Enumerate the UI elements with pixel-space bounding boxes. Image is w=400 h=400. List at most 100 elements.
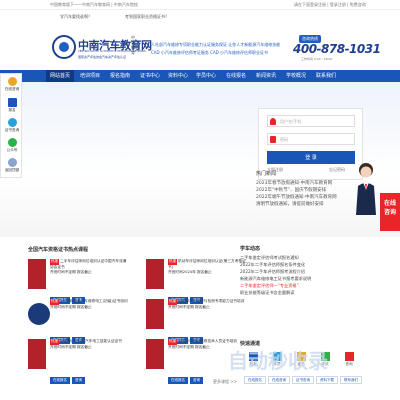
course-desc: 开班时间不定期 报名截止 — [168, 304, 210, 309]
banner-news-item[interactable]: 2022年“中秋节”、国庆节假期安排 — [256, 187, 366, 194]
quick-button[interactable]: 证书查询 — [292, 376, 314, 384]
chat-icon — [344, 352, 354, 361]
course-card-text: 热报 新能源(汽车类)汽车电工技能认证证书 开班时间不定期 报名截止 — [50, 339, 128, 350]
nav-news[interactable]: 新闻资讯 — [256, 72, 276, 79]
quick-button[interactable]: 联系我们 — [340, 376, 362, 384]
course-apply-button[interactable]: 在线报名 — [50, 377, 70, 384]
left-float-top[interactable]: 返回顶部 — [2, 158, 22, 173]
nav-home[interactable]: 网站首页 — [46, 70, 75, 82]
left-float-apply[interactable]: 报名 — [2, 98, 22, 113]
quick-item-label: 咨询 — [345, 362, 353, 366]
study-news: 学车动态 二手车鉴定评估师考试报名通知 2022年二手车评估师报名条件变化 20… — [240, 246, 355, 296]
sub-link-2[interactable]: 考到国家职业资格证书？ — [125, 14, 169, 20]
left-float-cert[interactable]: 证书查询 — [2, 118, 22, 133]
course-buttons: 在线报名 咨询 — [50, 366, 87, 385]
watermark-logo: 自动秒收录 — [228, 349, 328, 373]
sub-link-1[interactable]: 学汽车要找谁啊？ — [60, 14, 92, 20]
username-input[interactable]: 用户名/手机 — [267, 115, 355, 127]
certificate-book-icon — [146, 299, 164, 329]
online-chat-button[interactable]: 在线 咨询 — [380, 193, 400, 231]
course-apply-button[interactable]: 在线报名 — [168, 377, 188, 384]
certificate-book-icon — [28, 259, 46, 289]
nav-contact[interactable]: 联系我们 — [316, 72, 336, 79]
top-bar-left-text[interactable]: 中国教育版下——中南汽车教育网 | 中南汽车院校 — [50, 2, 138, 8]
more-courses-link[interactable]: 更多课程 >> — [213, 379, 237, 385]
left-float-consult[interactable]: 在线咨询 — [2, 77, 22, 92]
course-title: 机动车评估师岗位培训认证(第三方考核证书) — [168, 259, 246, 269]
course-title: 二手车评估师岗位培训认证中国汽车流通协会证书 — [50, 259, 127, 269]
course-title: 2024新能源汽车维修电工(初级)证书培训 — [60, 299, 128, 303]
course-card[interactable]: 热报 新能源汽车维修与检测专项能力证书培训 开班时间不定期 报名截止 在线报名 咨询 — [146, 299, 258, 344]
nav-certificates[interactable]: 证书中心 — [140, 72, 160, 79]
course-card[interactable]: 热报 二手车评估师岗位培训认证中国汽车流通协会证书 开班时间不定期 报名截止 在线… — [28, 259, 140, 304]
left-float-top-label: 返回顶部 — [4, 168, 20, 172]
course-consult-button[interactable]: 咨询 — [72, 377, 85, 384]
nav-apply[interactable]: 在线报名 — [226, 72, 246, 79]
study-news-item[interactable]: 新能源汽车维修电工证书报考要求说明 — [240, 275, 355, 282]
user-icon — [270, 118, 276, 125]
banner-news-item[interactable]: 2023年春节放假通知-中南汽车教育网 — [256, 180, 366, 187]
course-desc: 开班时间不定期 报名截止 — [168, 344, 210, 349]
logo-seal-icon — [52, 35, 76, 59]
nav-training[interactable]: 培训项目 — [80, 72, 100, 79]
nav-students[interactable]: 学员中心 — [196, 72, 216, 79]
banner-news-title: 热门新闻 — [256, 171, 277, 177]
course-desc: 开班时间不定期 报名截止 — [50, 344, 92, 349]
banner-news-list: 热门新闻 2023年春节放假通知-中南汽车教育网 2022年“中秋节”、国庆节假… — [256, 170, 366, 208]
study-news-item[interactable]: 职业技能等级证书含金量解读 — [240, 289, 355, 296]
left-float-wechat[interactable]: 公众号 — [2, 138, 22, 153]
certificate-book-icon — [146, 339, 164, 369]
form-icon — [7, 98, 17, 107]
course-desc: 开班时间不定期 报名截止 — [50, 270, 92, 274]
header-promo-line-2[interactable]: CAD 小汽车维修评估师考证服务 CAD 小汽车维修评估师职业证书 — [151, 50, 268, 56]
certificate-book-icon — [28, 339, 46, 369]
password-input[interactable]: 密码 — [267, 133, 355, 145]
course-card[interactable]: 热报 新能源(汽车类)汽车电工技能认证证书 开班时间不定期 报名截止 在线报名 咨询 — [28, 339, 140, 384]
course-title: 全国汽车检测维修技术人员证书培训 — [178, 339, 237, 343]
banner-news-item[interactable]: 清明节放假通知，请提前做好安排 — [256, 201, 366, 208]
quick-item[interactable]: 咨询 — [338, 352, 360, 367]
course-desc: 开班时间2024年 报名截止 — [168, 270, 212, 274]
course-consult-button[interactable]: 咨询 — [190, 377, 203, 384]
site-logo[interactable]: 中南汽车教育网 CENTRAL SOUTH AUTOMOTIVE EDUCATI… — [52, 35, 152, 61]
study-news-item[interactable]: 2022年二手车评估师报名条件变化 — [240, 261, 355, 268]
left-float-apply-label: 报名 — [8, 108, 16, 112]
course-section-title: 全国汽车资格证书热点课程 — [28, 247, 89, 253]
nav-about[interactable]: 学校概况 — [286, 72, 306, 79]
hotline-number: 400-878-1031 — [293, 42, 381, 56]
banner-news-item[interactable]: 2022年端午节放假通知-中南汽车教育网 — [256, 194, 366, 201]
wechat-icon — [7, 138, 17, 147]
person-icon — [7, 77, 17, 86]
logo-subtitle: 国家资产评估协会汽车资产评估认证 — [78, 55, 127, 59]
nav-resources[interactable]: 资料中心 — [168, 72, 188, 79]
vertical-slogan: 中南教育 — [131, 35, 135, 55]
top-bar: 中国教育版下——中南汽车教育网 | 中南汽车院校 请在下面登录注册 | 登录注册… — [0, 0, 400, 10]
quick-button[interactable]: 在线咨询 — [268, 376, 290, 384]
top-bar-right-text[interactable]: 请在下面登录注册 | 登录注册 | 免费咨询 — [294, 2, 366, 8]
study-news-item[interactable]: 二手车鉴定评估师考试报名通知 — [240, 254, 355, 261]
hotline-box: 咨询热线 400-878-1031 工作时间 9:00 - 18:00 — [293, 31, 381, 65]
quick-button[interactable]: 在线报名 — [244, 376, 266, 384]
study-news-item[interactable]: 2022年二手车评估师报考流程介绍 — [240, 268, 355, 275]
certificate-book-icon — [146, 259, 164, 289]
left-float-consult-label: 在线咨询 — [4, 87, 20, 91]
study-news-item[interactable]: 二手车鉴定评估师一“专业资格” — [240, 282, 355, 289]
left-float-cert-label: 证书查询 — [4, 128, 20, 132]
course-title: 新能源汽车维修与检测专项能力证书培训 — [178, 299, 245, 303]
hotline-hours: 工作时间 9:00 - 18:00 — [301, 57, 333, 61]
course-title: 新能源(汽车类)汽车电工技能认证证书 — [60, 339, 122, 343]
lock-icon — [270, 136, 276, 143]
quick-button[interactable]: 资料下载 — [316, 376, 338, 384]
course-card-text: 热报 新能源汽车维修与检测专项能力证书培训 开班时间不定期 报名截止 — [168, 299, 246, 310]
chat-label-2: 咨询 — [383, 209, 396, 216]
header-promo-line-1[interactable]: 人社部汽车维修专项职业能力认证服务保证 让你人才新能源汽车维修技能 — [151, 42, 280, 48]
course-card-text: 热报 机动车评估师岗位培训认证(第三方考核证书) 开班时间2024年 报名截止 — [168, 259, 246, 276]
course-card-text: 热报 二手车评估师岗位培训认证中国汽车流通协会证书 开班时间不定期 报名截止 — [50, 259, 128, 276]
left-float-wechat-label: 公众号 — [6, 148, 18, 152]
course-card[interactable]: 热报 2024新能源汽车维修电工(初级)证书培训 开班时间不定期 报名截止 在线报… — [28, 299, 140, 344]
login-button[interactable]: 登 录 — [267, 151, 355, 164]
nav-guide[interactable]: 报名指南 — [110, 72, 130, 79]
certificate-icon — [7, 118, 17, 127]
arrow-up-icon — [7, 158, 17, 167]
left-float-panel: 在线咨询 报名 证书查询 公众号 返回顶部 — [0, 73, 22, 178]
